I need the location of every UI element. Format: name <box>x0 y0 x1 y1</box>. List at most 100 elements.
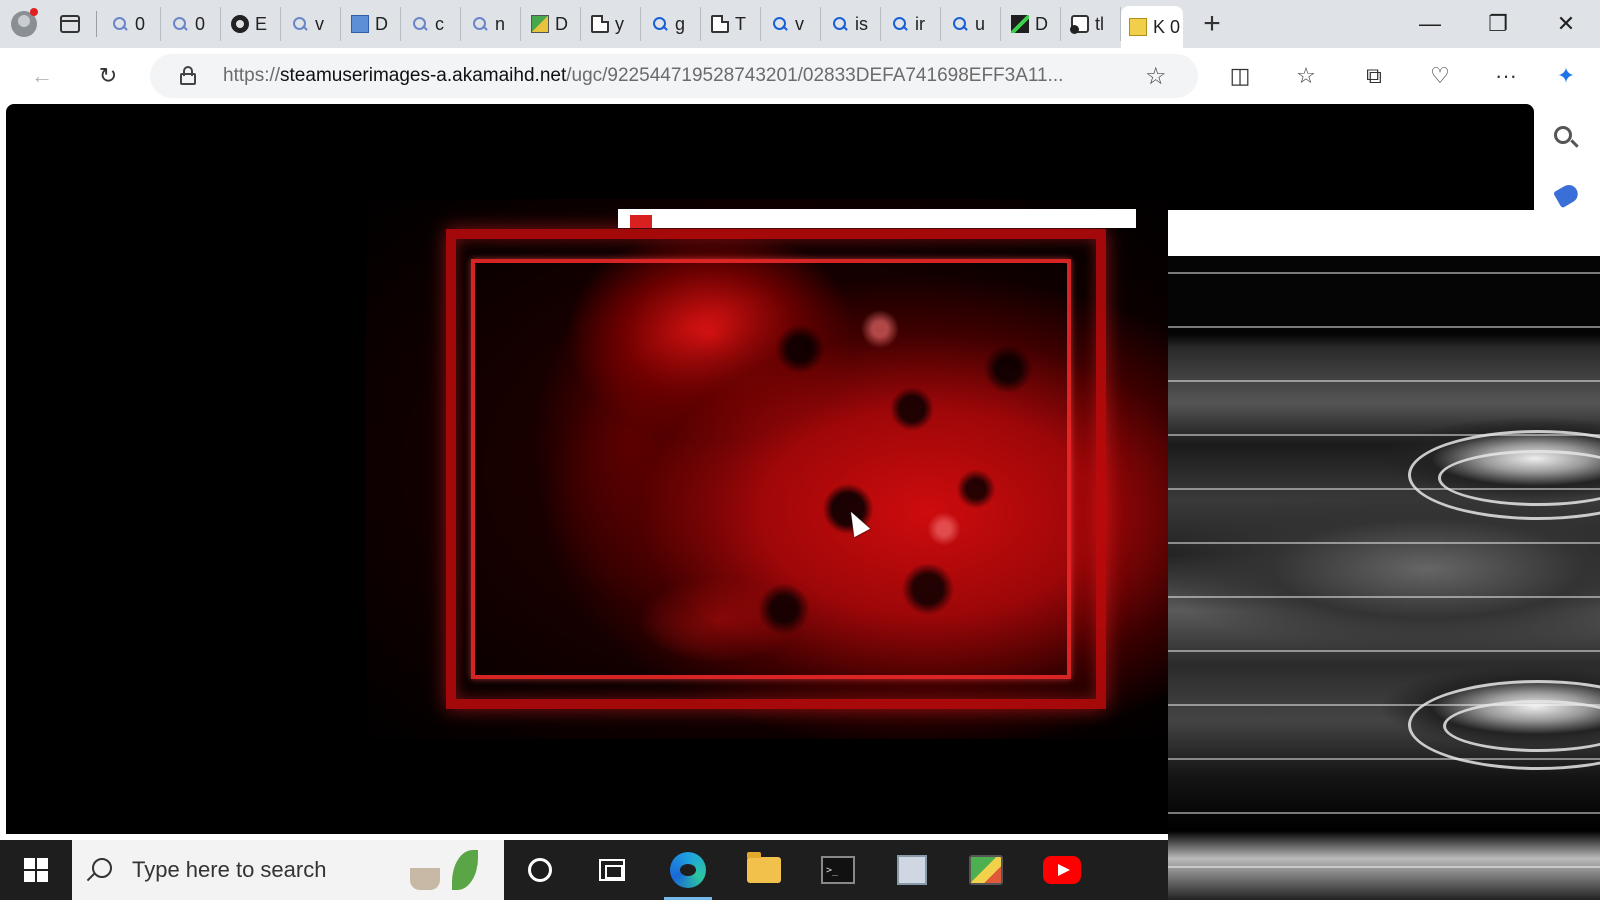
more-button[interactable]: ··· <box>1488 58 1524 94</box>
tab-label: E <box>255 13 268 34</box>
tab-actions-button[interactable] <box>48 0 92 48</box>
github-icon <box>231 15 249 33</box>
youtube-button[interactable] <box>1026 840 1098 900</box>
browser-toolbar: ← ↻ https://steamuserimages-a.akamaihd.n… <box>0 48 1600 104</box>
browser-essentials-button[interactable]: ♡ <box>1422 58 1458 94</box>
browser-tab[interactable]: 0 <box>101 7 161 41</box>
task-view-button[interactable] <box>576 840 648 900</box>
search-icon <box>92 858 112 878</box>
url-path: /ugc/922544719528743201/02833DEFA741698E… <box>566 65 1064 86</box>
search-icon[interactable] <box>1554 126 1572 144</box>
browser-tab[interactable]: g <box>641 7 701 41</box>
browser-tab[interactable]: c <box>401 7 461 41</box>
search-icon <box>111 15 129 33</box>
search-icon <box>651 15 669 33</box>
notification-dot <box>30 8 38 16</box>
add-favorite-icon[interactable]: ☆ <box>1145 62 1167 91</box>
tab-label: 0 <box>135 13 146 34</box>
tab-label: y <box>615 13 624 34</box>
overlay-strip <box>618 209 1136 228</box>
terminal-button[interactable] <box>802 840 874 900</box>
split-screen-button[interactable]: ◫ <box>1222 58 1258 94</box>
favorites-button[interactable]: ☆ <box>1288 58 1324 94</box>
minimize-button[interactable]: — <box>1396 0 1464 48</box>
paint-icon <box>969 855 1003 885</box>
tab-label: D <box>555 13 568 34</box>
edge-icon <box>670 852 706 888</box>
red-image <box>366 199 1168 739</box>
tab-label: n <box>495 13 506 34</box>
browser-tab[interactable]: D <box>1001 7 1061 41</box>
browser-tab[interactable]: y <box>581 7 641 41</box>
tab-separator <box>96 11 97 37</box>
file-explorer-icon <box>747 852 781 883</box>
tab-label: v <box>795 13 804 34</box>
copilot-button[interactable]: ✦ <box>1548 58 1584 94</box>
back-button[interactable]: ← <box>24 58 60 94</box>
search-icon <box>891 15 909 33</box>
youtube-icon <box>1043 856 1081 884</box>
search-icon <box>831 15 849 33</box>
tab-label: ir <box>915 13 925 34</box>
muted-tab-icon <box>1070 15 1089 34</box>
tab-list: 0 0 Ev Dc n Dy g Tv is ir u Dtl K 0✕ <box>101 0 1183 48</box>
url-scheme: https:// <box>223 65 281 86</box>
search-highlight-art <box>402 846 492 894</box>
browser-tab[interactable]: v <box>761 7 821 41</box>
edge-taskbar-button[interactable] <box>652 840 724 900</box>
tab-label: v <box>315 13 324 34</box>
tab-label: T <box>735 13 746 34</box>
paint-icon <box>531 15 549 33</box>
profile-button[interactable] <box>0 0 48 48</box>
active-tab[interactable]: K 0✕ <box>1121 6 1183 48</box>
browser-tab[interactable]: D <box>521 7 581 41</box>
shopping-tag-icon[interactable] <box>1552 181 1582 209</box>
reload-button[interactable]: ↻ <box>90 58 126 94</box>
search-icon <box>291 15 309 33</box>
lock-icon[interactable] <box>180 66 196 85</box>
yellow-note-icon <box>1129 18 1147 36</box>
taskbar: Type here to search <box>0 840 1168 900</box>
image-texture <box>736 269 1056 669</box>
close-window-button[interactable]: ✕ <box>1532 0 1600 48</box>
terminal-icon <box>821 856 855 884</box>
tab-strip: 0 0 Ev Dc n Dy g Tv is ir u Dtl K 0✕ + — ❐ ✕ <box>0 0 1600 48</box>
url-text[interactable]: https://steamuserimages-a.akamaihd.net/u… <box>223 65 1123 87</box>
tab-label: K 0 <box>1153 16 1181 37</box>
browser-tab[interactable]: v <box>281 7 341 41</box>
grayscale-image <box>1168 210 1600 900</box>
search-icon <box>171 15 189 33</box>
new-tab-button[interactable]: + <box>1183 0 1241 48</box>
url-host: steamuserimages-a.akamaihd.net <box>280 65 567 86</box>
task-view-icon <box>599 859 625 881</box>
notepad-button[interactable] <box>876 840 948 900</box>
tab-label: g <box>675 13 686 34</box>
browser-tab[interactable]: is <box>821 7 881 41</box>
address-bar[interactable]: https://steamuserimages-a.akamaihd.net/u… <box>150 54 1198 98</box>
tab-label: 0 <box>195 13 206 34</box>
paint-button[interactable] <box>950 840 1022 900</box>
browser-tab[interactable]: 0 <box>161 7 221 41</box>
tab-label: c <box>435 13 444 34</box>
browser-tab[interactable]: D <box>341 7 401 41</box>
tab-actions-icon <box>60 15 80 33</box>
browser-tab[interactable]: T <box>701 7 761 41</box>
search-icon <box>411 15 429 33</box>
cortana-icon <box>528 858 552 882</box>
browser-tab[interactable]: E <box>221 7 281 41</box>
collections-button[interactable]: ⧉ <box>1356 58 1392 94</box>
cortana-button[interactable] <box>504 840 576 900</box>
start-button[interactable] <box>0 840 72 900</box>
taskbar-search[interactable]: Type here to search <box>72 840 504 900</box>
browser-tab[interactable]: u <box>941 7 1001 41</box>
browser-tab[interactable]: n <box>461 7 521 41</box>
browser-tab[interactable]: ir <box>881 7 941 41</box>
browser-tab[interactable]: tl <box>1061 7 1121 41</box>
tab-label: D <box>1035 13 1048 34</box>
white-banner <box>1168 210 1600 256</box>
tab-label: D <box>375 13 388 34</box>
restore-button[interactable]: ❐ <box>1464 0 1532 48</box>
file-explorer-button[interactable] <box>728 840 800 900</box>
document-icon <box>591 15 609 33</box>
search-icon <box>951 15 969 33</box>
